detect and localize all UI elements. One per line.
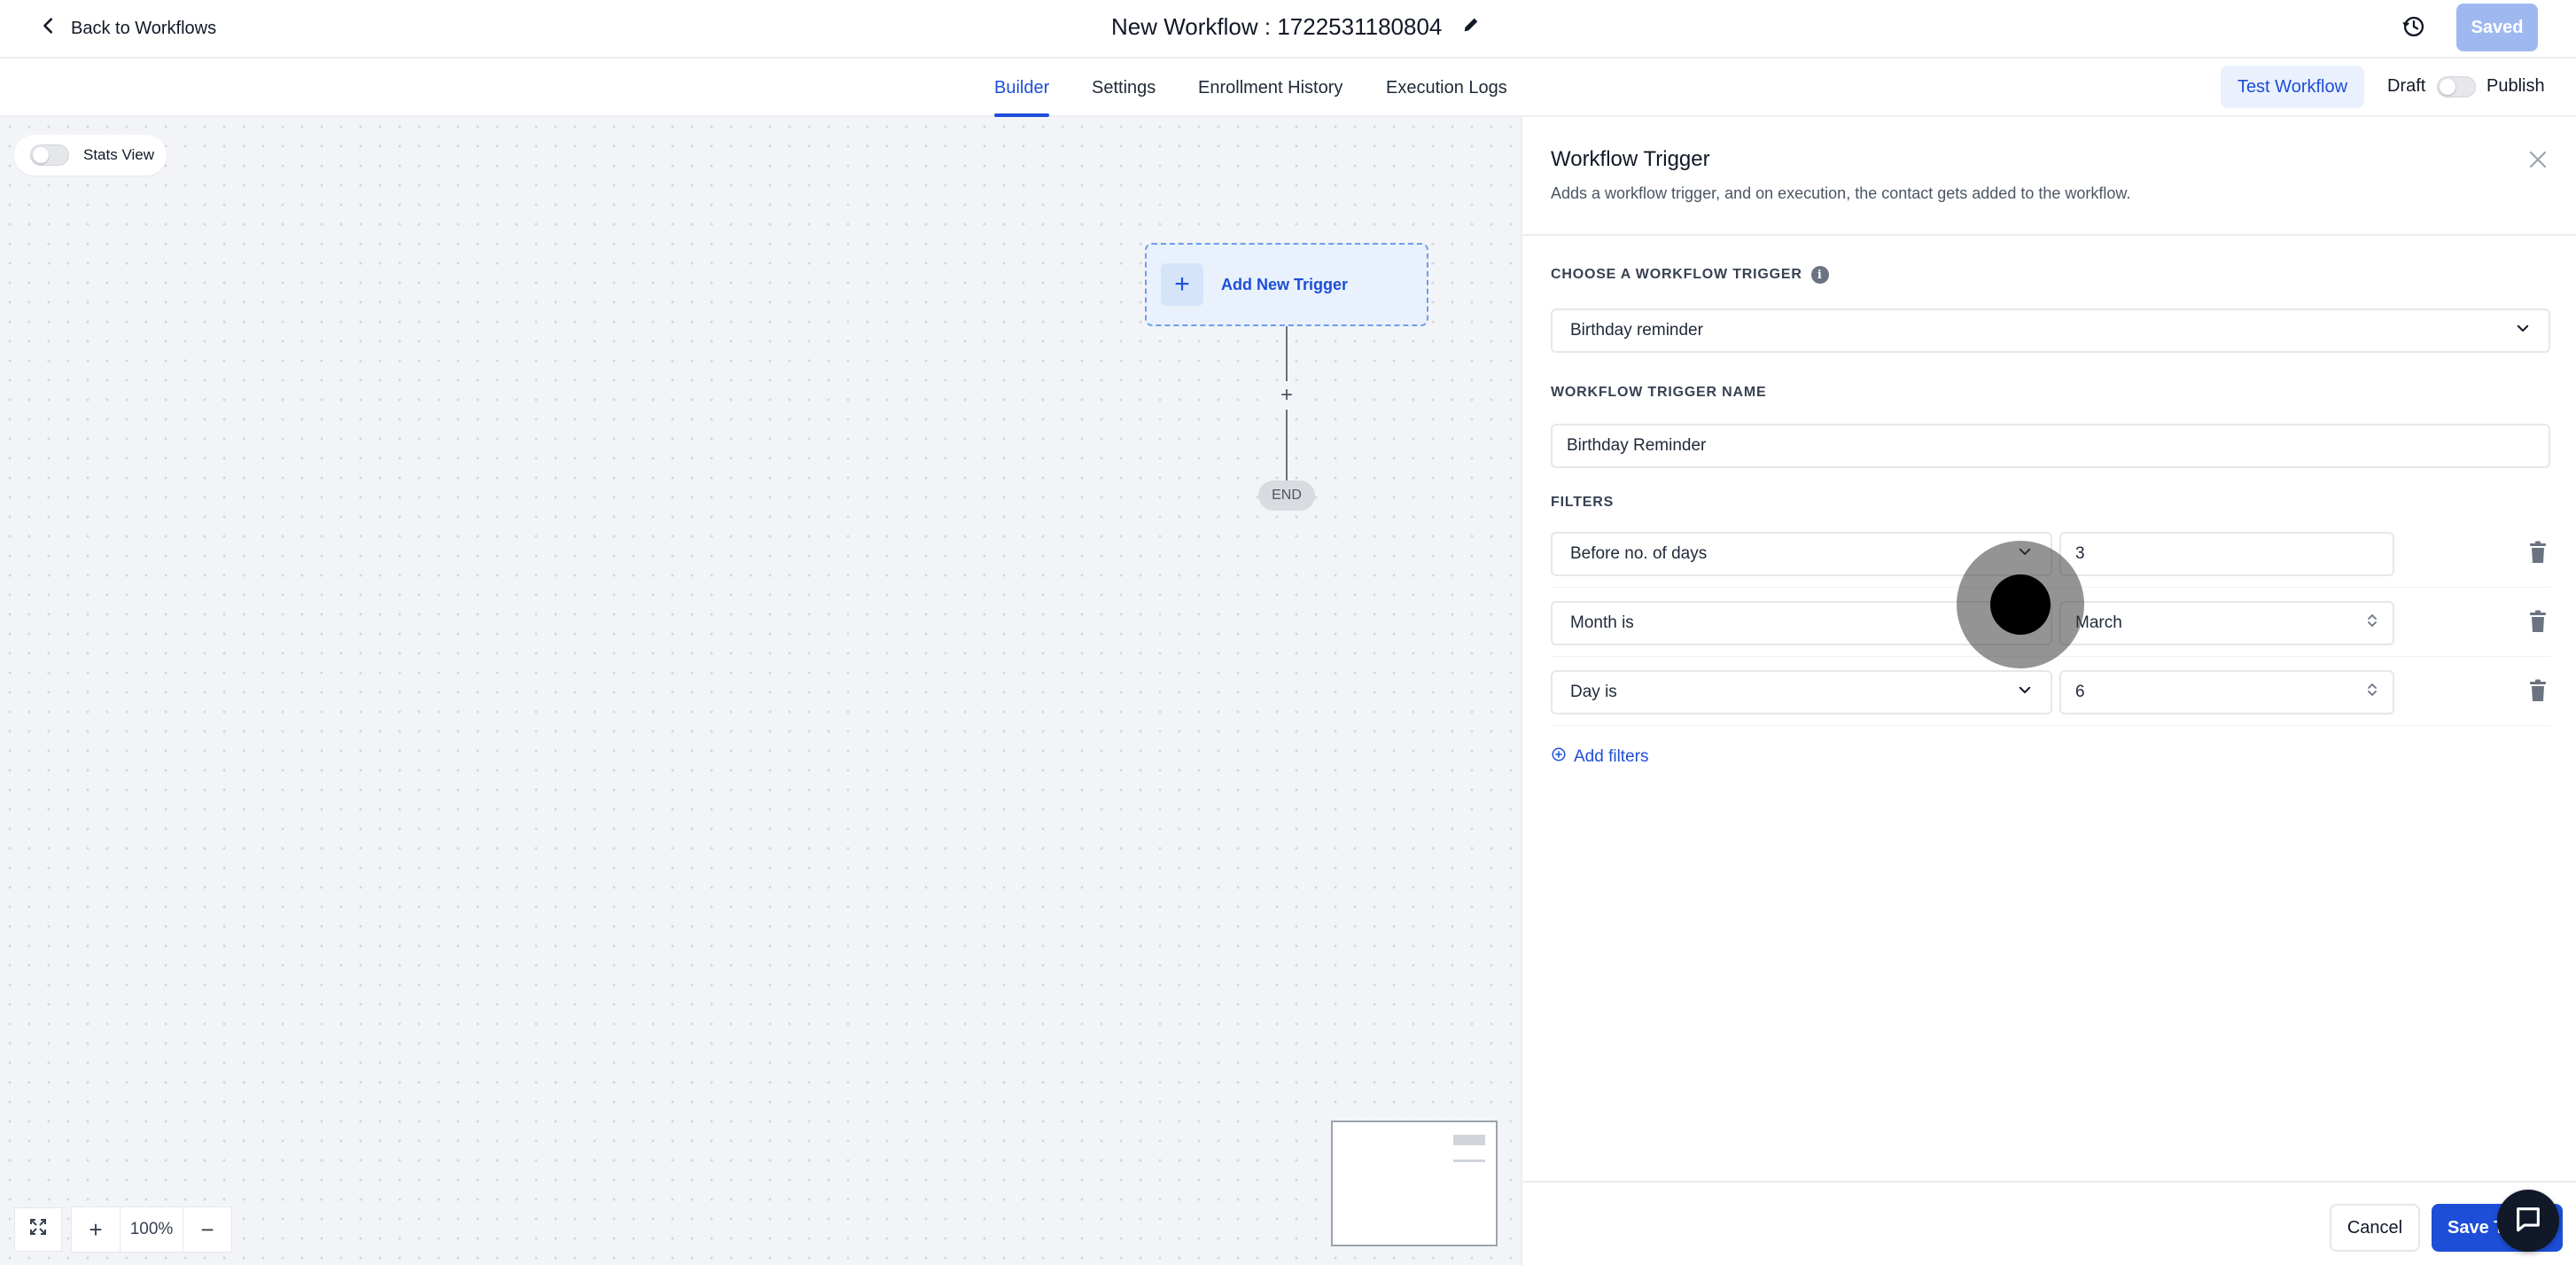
day-select[interactable]: 6 [2059,670,2394,714]
pencil-icon[interactable] [1461,13,1481,41]
zoom-level: 100% [120,1207,183,1252]
delete-filter-button[interactable] [2525,541,2550,567]
connector-line [1286,410,1288,480]
top-bar: Back to Workflows New Workflow : 1722531… [0,0,2576,59]
back-link-label: Back to Workflows [71,18,217,38]
history-icon [2401,14,2426,43]
fit-view-button[interactable] [14,1207,62,1252]
trigger-select-value: Birthday reminder [1570,321,1703,340]
add-new-trigger-node[interactable]: + Add New Trigger [1145,243,1428,326]
filter-field-value: Day is [1570,683,1617,701]
filter-field-select[interactable]: Month is [1551,601,2052,645]
footer-divider [1522,1181,2576,1183]
zoom-controls: + 100% − [14,1206,232,1253]
back-to-workflows-link[interactable]: Back to Workflows [39,12,216,44]
chevron-up-down-icon [2366,681,2378,704]
minimap[interactable] [1331,1121,1498,1246]
chevron-down-icon [2515,320,2531,341]
chevron-down-icon [2017,543,2033,565]
zoom-out-button[interactable]: − [183,1207,231,1252]
workflow-canvas[interactable]: Stats View + Add New Trigger + END + 100… [0,117,1521,1265]
add-filters-label: Add filters [1574,747,1649,766]
workflow-trigger-panel: Workflow Trigger Adds a workflow trigger… [1521,117,2576,1265]
workflow-title-text: New Workflow : 1722531180804 [1111,12,1443,40]
choose-trigger-label: CHOOSE A WORKFLOW TRIGGER i [1551,266,1829,284]
info-icon[interactable]: i [1810,266,1829,284]
tab-bar: Builder Settings Enrollment History Exec… [0,59,2576,117]
stats-view-toggle[interactable] [30,144,69,166]
saved-button[interactable]: Saved [2456,4,2538,51]
chat-icon [2513,1204,2543,1238]
close-panel-button[interactable] [2524,147,2552,176]
row-separator [1551,587,2550,588]
test-workflow-button[interactable]: Test Workflow [2221,66,2364,108]
add-step-button[interactable]: + [1272,381,1301,410]
trigger-name-input[interactable]: Birthday Reminder [1551,424,2550,468]
chevron-up-down-icon [2366,612,2378,635]
chat-widget-button[interactable] [2497,1190,2559,1252]
tab-settings[interactable]: Settings [1092,59,1156,117]
delete-filter-button[interactable] [2525,679,2550,706]
filter-field-value: Month is [1570,613,1634,632]
zoom-group: + 100% − [71,1206,232,1253]
stats-view-label: Stats View [83,146,155,163]
filter-field-value: Before no. of days [1570,544,1708,563]
trash-icon [2527,541,2549,568]
filter-field-select[interactable]: Before no. of days [1551,532,2052,576]
trash-icon [2527,679,2549,707]
row-separator [1551,725,2550,726]
fit-screen-icon [27,1216,49,1244]
publish-label: Publish [2487,76,2545,96]
tab-builder[interactable]: Builder [994,59,1050,117]
cancel-button[interactable]: Cancel [2330,1204,2420,1252]
choose-trigger-label-text: CHOOSE A WORKFLOW TRIGGER [1551,267,1802,282]
minimap-node [1453,1160,1485,1162]
add-filters-button[interactable]: Add filters [1551,746,1648,768]
publish-toggle[interactable] [2437,76,2476,98]
filter-value-input[interactable]: 3 [2059,532,2394,576]
zoom-in-button[interactable]: + [72,1207,120,1252]
minimap-node [1453,1135,1485,1145]
tab-enrollment-history[interactable]: Enrollment History [1198,59,1342,117]
close-icon [2527,149,2549,175]
chevron-down-icon [2017,613,2033,634]
trash-icon [2527,610,2549,637]
add-new-trigger-label: Add New Trigger [1221,275,1349,293]
filter-field-select[interactable]: Day is [1551,670,2052,714]
trigger-name-label: WORKFLOW TRIGGER NAME [1551,385,1767,400]
day-value: 6 [2075,683,2085,701]
chevron-down-icon [2017,682,2033,703]
history-button[interactable] [2398,12,2430,44]
panel-divider [1522,234,2576,236]
delete-filter-button[interactable] [2525,610,2550,636]
chevron-left-icon [39,16,58,41]
draft-label: Draft [2387,76,2426,96]
tab-execution-logs[interactable]: Execution Logs [1386,59,1507,117]
toggle-knob [33,147,49,163]
workflow-title: New Workflow : 1722531180804 [1111,9,1481,44]
row-separator [1551,656,2550,657]
plus-circle-icon [1551,746,1567,768]
month-select[interactable]: March [2059,601,2394,645]
trigger-select[interactable]: Birthday reminder [1551,308,2550,353]
panel-title: Workflow Trigger [1551,147,1710,171]
end-node: END [1258,480,1315,511]
month-value: March [2075,613,2122,632]
connector-line [1286,326,1288,381]
toggle-knob [2440,79,2455,95]
panel-subtitle: Adds a workflow trigger, and on executio… [1551,184,2131,202]
filters-label: FILTERS [1551,495,1615,510]
stats-view-toggle-pill[interactable]: Stats View [14,135,167,176]
plus-icon: + [1161,263,1203,306]
